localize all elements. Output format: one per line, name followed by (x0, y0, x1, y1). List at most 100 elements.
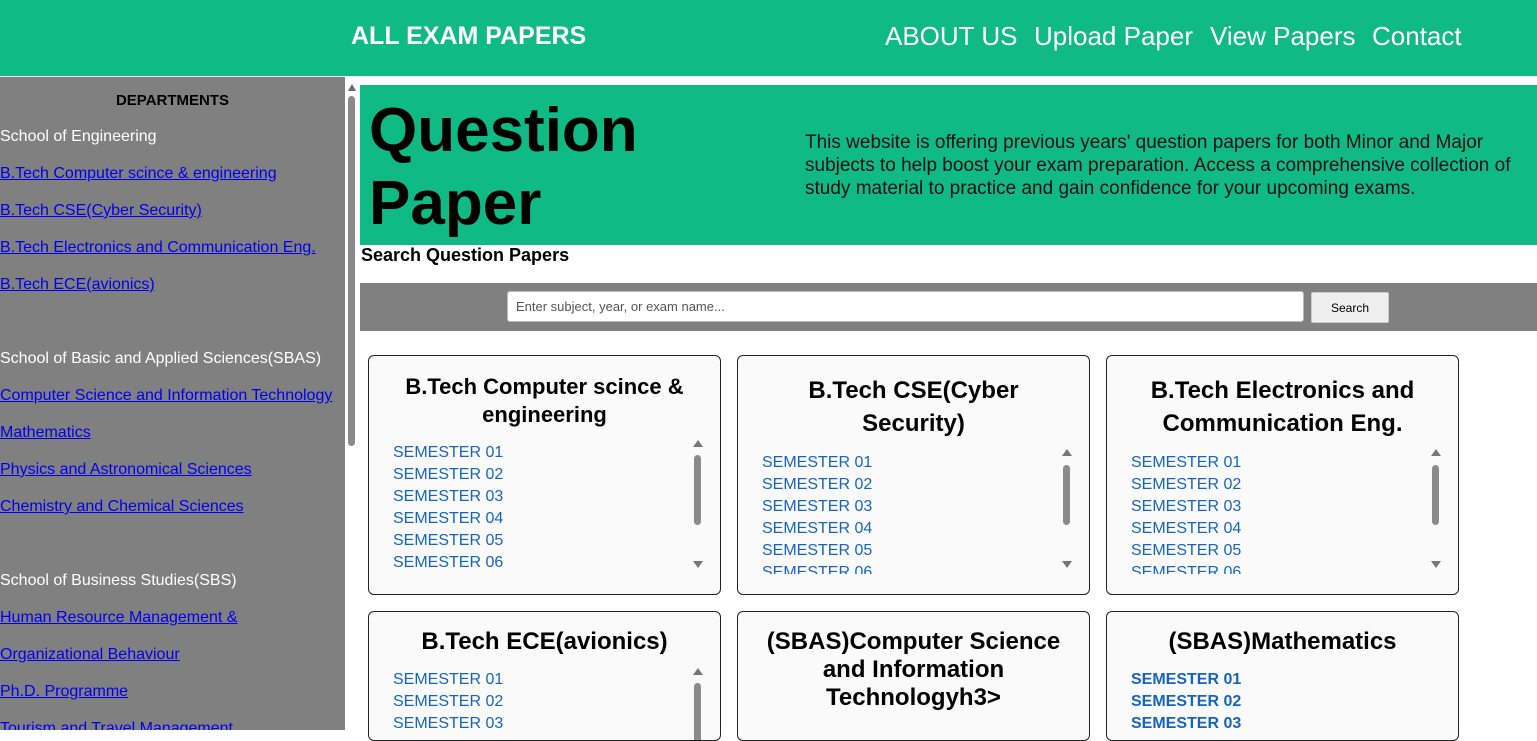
semester-link[interactable]: SEMESTER 01 (393, 669, 705, 691)
departments-sidebar[interactable]: DEPARTMENTS School of Engineering B.Tech… (0, 77, 345, 730)
scrollbar-thumb[interactable] (348, 96, 355, 446)
semester-list[interactable]: SEMESTER 01 SEMESTER 02 SEMESTER 03 (1131, 669, 1443, 740)
sidebar-link[interactable]: B.Tech ECE(avionics) (0, 276, 155, 294)
card-title: B.Tech Computer scince & engineering (369, 373, 720, 429)
card-title: B.Tech Electronics and Communication Eng… (1107, 374, 1458, 440)
brand-title[interactable]: ALL EXAM PAPERS (351, 22, 586, 51)
department-card: B.Tech Computer scince & engineering SEM… (368, 355, 721, 595)
semester-link[interactable]: SEMESTER 03 (393, 486, 705, 508)
nav-view-papers[interactable]: View Papers (1210, 21, 1356, 52)
semester-link[interactable]: SEMESTER 06 (1131, 562, 1443, 574)
sidebar-link[interactable]: B.Tech CSE(Cyber Security) (0, 202, 202, 220)
search-heading: Search Question Papers (361, 245, 570, 265)
department-card: B.Tech CSE(Cyber Security) SEMESTER 01 S… (737, 355, 1090, 595)
top-navbar: ALL EXAM PAPERS ABOUT US Upload Paper Vi… (0, 0, 1537, 76)
school-heading: School of Basic and Applied Sciences(SBA… (0, 350, 322, 367)
scroll-up-arrow-icon[interactable] (693, 668, 703, 675)
card-title-line: Technologyh3> (826, 684, 1001, 711)
card-title-line: B.Tech Electronics and (1150, 377, 1415, 404)
card-title: B.Tech CSE(Cyber Security) (738, 374, 1089, 440)
sidebar-link[interactable]: Ph.D. Programme (0, 683, 128, 701)
search-button[interactable]: Search (1311, 292, 1389, 323)
scrollbar-thumb[interactable] (1432, 465, 1439, 525)
sidebar-link[interactable]: Computer Science and Information Technol… (0, 387, 332, 405)
card-title-line: Communication Eng. (1162, 410, 1403, 437)
sidebar-title: DEPARTMENTS (115, 92, 230, 109)
semester-link[interactable]: SEMESTER 01 (762, 452, 1074, 474)
semester-link[interactable]: SEMESTER 04 (1131, 518, 1443, 540)
school-heading: School of Business Studies(SBS) (0, 572, 237, 589)
card-scrollbar[interactable] (1429, 449, 1441, 568)
sidebar-scrollbar[interactable] (345, 77, 360, 730)
card-title-line: and Information (822, 656, 1005, 683)
sidebar-link[interactable]: Tourism and Travel Management (0, 720, 233, 730)
semester-link[interactable]: SEMESTER 02 (393, 464, 705, 486)
nav-about-us[interactable]: ABOUT US (885, 21, 1017, 52)
card-title: (SBAS)Mathematics (1168, 628, 1397, 655)
department-card: B.Tech Electronics and Communication Eng… (1106, 355, 1459, 595)
semester-list[interactable]: SEMESTER 01 SEMESTER 02 SEMESTER 03 SEME… (1131, 452, 1443, 574)
semester-link[interactable]: SEMESTER 02 (393, 691, 705, 713)
card-title: B.Tech ECE(avionics) (421, 628, 668, 655)
semester-list[interactable]: SEMESTER 01 SEMESTER 02 SEMESTER 03 (393, 669, 705, 740)
card-title: (SBAS)Computer Science and Information T… (738, 628, 1089, 712)
search-bar: Search (360, 283, 1537, 331)
department-card: B.Tech ECE(avionics) SEMESTER 01 SEMESTE… (368, 611, 721, 741)
semester-link[interactable]: SEMESTER 05 (1131, 540, 1443, 562)
semester-list[interactable]: SEMESTER 01 SEMESTER 02 SEMESTER 03 SEME… (393, 442, 705, 574)
sidebar-link[interactable]: Human Resource Management & (0, 609, 237, 627)
card-title-line: Security) (862, 410, 965, 437)
nav-upload-paper[interactable]: Upload Paper (1034, 21, 1193, 52)
scrollbar-thumb[interactable] (694, 455, 701, 525)
sidebar-link[interactable]: Physics and Astronomical Sciences (0, 461, 252, 479)
semester-link[interactable]: SEMESTER 04 (762, 518, 1074, 540)
hero-title-line: Question (369, 96, 638, 165)
semester-link[interactable]: SEMESTER 06 (762, 562, 1074, 574)
semester-link[interactable]: SEMESTER 03 (1131, 496, 1443, 518)
hero-title: Question Paper (369, 94, 638, 240)
scrollbar-thumb[interactable] (1063, 465, 1070, 525)
semester-link[interactable]: SEMESTER 03 (393, 713, 705, 735)
scrollbar-thumb[interactable] (694, 683, 701, 740)
department-card: (SBAS)Mathematics SEMESTER 01 SEMESTER 0… (1106, 611, 1459, 741)
semester-link[interactable]: SEMESTER 03 (762, 496, 1074, 518)
card-title-line: B.Tech Computer scince & (405, 374, 684, 399)
semester-list[interactable]: SEMESTER 01 SEMESTER 02 SEMESTER 03 SEME… (762, 452, 1074, 574)
scroll-up-arrow-icon[interactable] (1431, 449, 1441, 456)
card-title-line: engineering (482, 402, 607, 427)
sidebar-link[interactable]: B.Tech Electronics and Communication Eng… (0, 239, 316, 257)
search-input[interactable] (507, 291, 1304, 322)
sidebar-link[interactable]: B.Tech Computer scince & engineering (0, 165, 277, 183)
semester-link[interactable]: SEMESTER 03 (1131, 713, 1443, 735)
card-scrollbar[interactable] (691, 668, 703, 740)
semester-link[interactable]: SEMESTER 06 (393, 552, 705, 574)
semester-link[interactable]: SEMESTER 01 (1131, 669, 1443, 691)
card-title-line: B.Tech CSE(Cyber (808, 377, 1019, 404)
scroll-up-arrow-icon[interactable] (348, 84, 356, 91)
semester-link[interactable]: SEMESTER 05 (762, 540, 1074, 562)
semester-link[interactable]: SEMESTER 02 (1131, 691, 1443, 713)
semester-link[interactable]: SEMESTER 05 (393, 530, 705, 552)
sidebar-link[interactable]: Organizational Behaviour (0, 646, 180, 664)
school-heading: School of Engineering (0, 128, 157, 145)
card-scrollbar[interactable] (1060, 449, 1072, 568)
hero-description: This website is offering previous years'… (805, 132, 1511, 199)
semester-link[interactable]: SEMESTER 01 (393, 442, 705, 464)
semester-link[interactable]: SEMESTER 01 (1131, 452, 1443, 474)
department-card: (SBAS)Computer Science and Information T… (737, 611, 1090, 741)
scroll-up-arrow-icon[interactable] (693, 440, 703, 447)
nav-contact[interactable]: Contact (1372, 21, 1462, 52)
scroll-down-arrow-icon[interactable] (1062, 561, 1072, 568)
semester-link[interactable]: SEMESTER 04 (393, 508, 705, 530)
scroll-up-arrow-icon[interactable] (1062, 449, 1072, 456)
hero-banner: Question Paper This website is offering … (360, 85, 1537, 245)
card-title-line: (SBAS)Computer Science (766, 628, 1061, 655)
hero-title-line: Paper (369, 169, 542, 238)
card-scrollbar[interactable] (691, 440, 703, 568)
scroll-down-arrow-icon[interactable] (693, 561, 703, 568)
semester-link[interactable]: SEMESTER 02 (762, 474, 1074, 496)
sidebar-link[interactable]: Chemistry and Chemical Sciences (0, 498, 244, 516)
scroll-down-arrow-icon[interactable] (1431, 561, 1441, 568)
sidebar-link[interactable]: Mathematics (0, 424, 91, 442)
semester-link[interactable]: SEMESTER 02 (1131, 474, 1443, 496)
